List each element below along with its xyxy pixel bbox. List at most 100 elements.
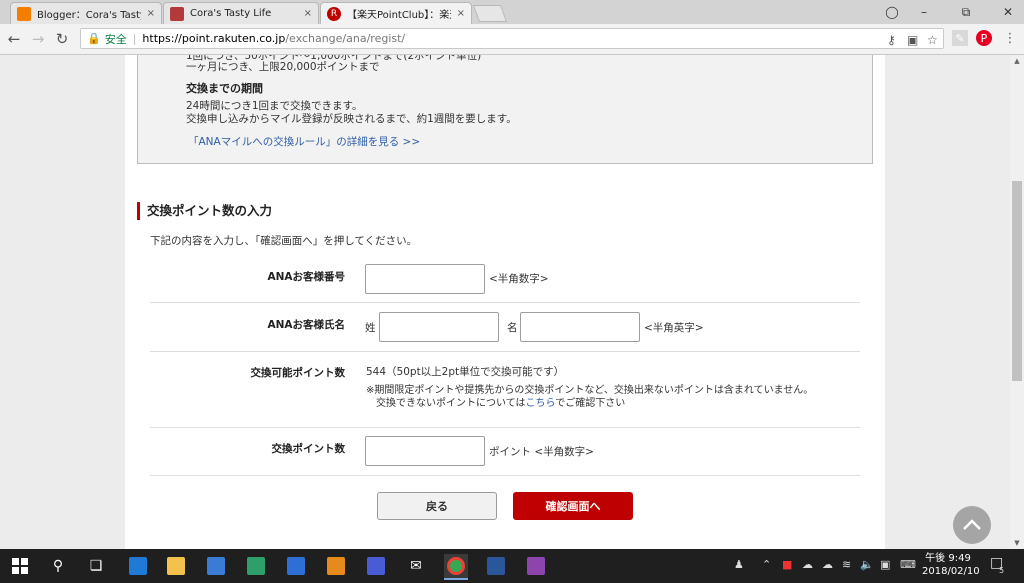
exchange-points-input[interactable] bbox=[365, 436, 485, 466]
right-margin bbox=[885, 55, 1010, 549]
tab-strip: Blogger：Cora's Tasty Li × Cora's Tasty L… bbox=[0, 0, 1024, 24]
tab-rakuten-pointclub[interactable]: R 【楽天PointClub】：楽天 × bbox=[320, 2, 472, 24]
vertical-scrollbar[interactable]: ▲ ▼ bbox=[1010, 55, 1024, 549]
period-line-2: 交換申し込みからマイル登録が反映されるまで、約1週間を要します。 bbox=[186, 113, 517, 125]
clock-time: 午後 9:49 bbox=[925, 553, 971, 564]
restore-icon[interactable]: ⧉ bbox=[952, 0, 980, 24]
scrollbar-thumb[interactable] bbox=[1012, 181, 1022, 381]
people-icon[interactable]: ♟ bbox=[734, 558, 744, 571]
minimize-icon[interactable]: – bbox=[910, 0, 938, 24]
system-clock[interactable]: 午後 9:49 2018/02/10 bbox=[922, 552, 980, 578]
chrome-icon[interactable] bbox=[444, 554, 468, 580]
section-title: 交換ポイント数の入力 bbox=[137, 202, 272, 220]
back-arrow-icon[interactable]: ← bbox=[4, 29, 24, 49]
lock-icon: 🔒 bbox=[87, 32, 101, 45]
store-icon[interactable] bbox=[204, 554, 228, 578]
confirm-button[interactable]: 確認画面へ bbox=[513, 492, 633, 520]
show-hidden-icons-icon[interactable]: ⌃ bbox=[762, 558, 771, 571]
available-points-label: 交換可能ポイント数 bbox=[250, 367, 346, 379]
security-label: 安全 bbox=[104, 32, 127, 46]
period-heading: 交換までの期間 bbox=[186, 82, 263, 95]
tab-blogger[interactable]: Blogger：Cora's Tasty Li × bbox=[10, 2, 162, 24]
tab-coras-tasty-life[interactable]: Cora's Tasty Life × bbox=[163, 2, 319, 24]
notification-count: 5 bbox=[999, 566, 1005, 575]
tab-label: Cora's Tasty Life bbox=[190, 8, 272, 19]
rakuten-icon: R bbox=[327, 6, 341, 21]
first-name-prefix: 名 bbox=[507, 322, 518, 334]
site-favicon-icon bbox=[170, 6, 184, 21]
wifi-icon[interactable]: ≋ bbox=[842, 558, 851, 571]
info-monthly-limit: 一ヶ月につき、上限20,000ポイントまで bbox=[186, 61, 380, 73]
scroll-to-top-button[interactable] bbox=[953, 506, 991, 544]
close-tab-icon[interactable]: × bbox=[304, 8, 312, 19]
blogger-icon bbox=[17, 6, 31, 21]
scroll-up-arrow-icon[interactable]: ▲ bbox=[1010, 55, 1024, 67]
forward-arrow-icon[interactable]: → bbox=[28, 29, 48, 49]
row-divider bbox=[150, 427, 860, 428]
onedrive-icon[interactable]: ☁ bbox=[802, 558, 813, 571]
word-icon[interactable] bbox=[484, 554, 508, 578]
back-button[interactable]: 戻る bbox=[377, 492, 497, 520]
key-icon[interactable]: ⚷ bbox=[887, 33, 896, 47]
close-tab-icon[interactable]: × bbox=[147, 8, 155, 19]
note-here-link[interactable]: こちら bbox=[526, 398, 556, 409]
new-tab-button[interactable] bbox=[472, 5, 508, 22]
profile-icon[interactable]: ◯ bbox=[878, 0, 906, 24]
form-intro: 下記の内容を入力し、「確認画面へ」を押してください。 bbox=[150, 235, 418, 247]
member-number-hint: <半角数字> bbox=[489, 273, 549, 285]
extension-icon[interactable]: ✎ bbox=[952, 30, 968, 46]
exchange-points-hint: ポイント <半角数字> bbox=[489, 446, 594, 458]
close-tab-icon[interactable]: × bbox=[457, 8, 465, 19]
row-divider bbox=[150, 475, 860, 476]
url-host: https://point.rakuten.co.jp bbox=[142, 32, 286, 45]
mail-at-icon[interactable] bbox=[284, 554, 308, 578]
window-close-icon[interactable]: ✕ bbox=[994, 0, 1022, 24]
calculator-icon[interactable] bbox=[364, 554, 388, 578]
name-hint: <半角英字> bbox=[644, 322, 704, 334]
reload-icon[interactable]: ↻ bbox=[52, 29, 72, 49]
tab-label: Blogger：Cora's Tasty Li bbox=[37, 10, 141, 21]
taskbar: ⚲ ❏ ✉ ♟ ⌃ ■ ☁ ☁ ≋ 🔈 ▣ ⌨ 午後 9:49 2018/02/… bbox=[0, 549, 1024, 583]
page-content: 1回につき、50ポイント～1,000ポイントまで(2ポイント単位) 一ヶ月につき… bbox=[0, 55, 1010, 549]
exchange-rules-link[interactable]: 「ANAマイルへの交換ルール」の詳細を見る >> bbox=[188, 134, 420, 149]
first-name-input[interactable] bbox=[520, 312, 640, 342]
ime-icon[interactable]: ▣ bbox=[880, 558, 890, 571]
file-explorer-icon[interactable] bbox=[164, 554, 188, 578]
bookmark-star-icon[interactable]: ☆ bbox=[927, 33, 938, 47]
row-divider bbox=[150, 351, 860, 352]
keyboard-icon[interactable]: ⌨ bbox=[900, 558, 916, 571]
translate-icon[interactable]: ▣ bbox=[907, 33, 918, 47]
media-player-icon[interactable] bbox=[324, 554, 348, 578]
omnibox-divider: | bbox=[132, 32, 137, 45]
task-view-icon[interactable]: ❏ bbox=[84, 554, 108, 578]
scroll-down-arrow-icon[interactable]: ▼ bbox=[1010, 537, 1024, 549]
exchange-info-box: 1回につき、50ポイント～1,000ポイントまで(2ポイント単位) 一ヶ月につき… bbox=[137, 55, 873, 164]
sticky-app-icon[interactable] bbox=[244, 554, 268, 578]
member-number-input[interactable] bbox=[365, 264, 485, 294]
cloud-tray-icon[interactable]: ☁ bbox=[822, 558, 833, 571]
chevron-up-icon bbox=[963, 519, 981, 530]
mail-icon[interactable]: ✉ bbox=[404, 554, 428, 578]
menu-dots-icon[interactable]: ⋮ bbox=[1002, 30, 1018, 46]
address-bar[interactable]: 🔒 安全 | https://point.rakuten.co.jp/excha… bbox=[80, 28, 944, 49]
volume-icon[interactable]: 🔈 bbox=[860, 558, 874, 571]
windows-start-icon[interactable] bbox=[8, 554, 32, 578]
security-tray-icon[interactable]: ■ bbox=[782, 558, 792, 571]
note-text: でご確認下さい bbox=[555, 398, 626, 409]
points-note-line-2: 交換できないポイントについてはこちらでご確認下さい bbox=[376, 394, 625, 409]
last-name-prefix: 姓 bbox=[365, 322, 376, 334]
tab-label: 【楽天PointClub】：楽天 bbox=[347, 10, 451, 21]
note-text: 交換できないポイントについては bbox=[376, 398, 526, 409]
clock-date: 2018/02/10 bbox=[922, 566, 980, 577]
row-divider bbox=[150, 302, 860, 303]
last-name-input[interactable] bbox=[379, 312, 499, 342]
edge-icon[interactable] bbox=[126, 554, 150, 578]
purple-app-icon[interactable] bbox=[524, 554, 548, 578]
browser-toolbar: ← → ↻ 🔒 安全 | https://point.rakuten.co.jp… bbox=[0, 24, 1024, 55]
url-path: /exchange/ana/regist/ bbox=[285, 32, 406, 45]
left-margin bbox=[0, 55, 125, 549]
name-label: ANAお客様氏名 bbox=[267, 319, 345, 331]
available-points-value: 544（50pt以上2pt単位で交換可能です） bbox=[366, 366, 565, 378]
search-icon[interactable]: ⚲ bbox=[46, 554, 70, 578]
pinterest-icon[interactable]: P bbox=[976, 30, 992, 46]
